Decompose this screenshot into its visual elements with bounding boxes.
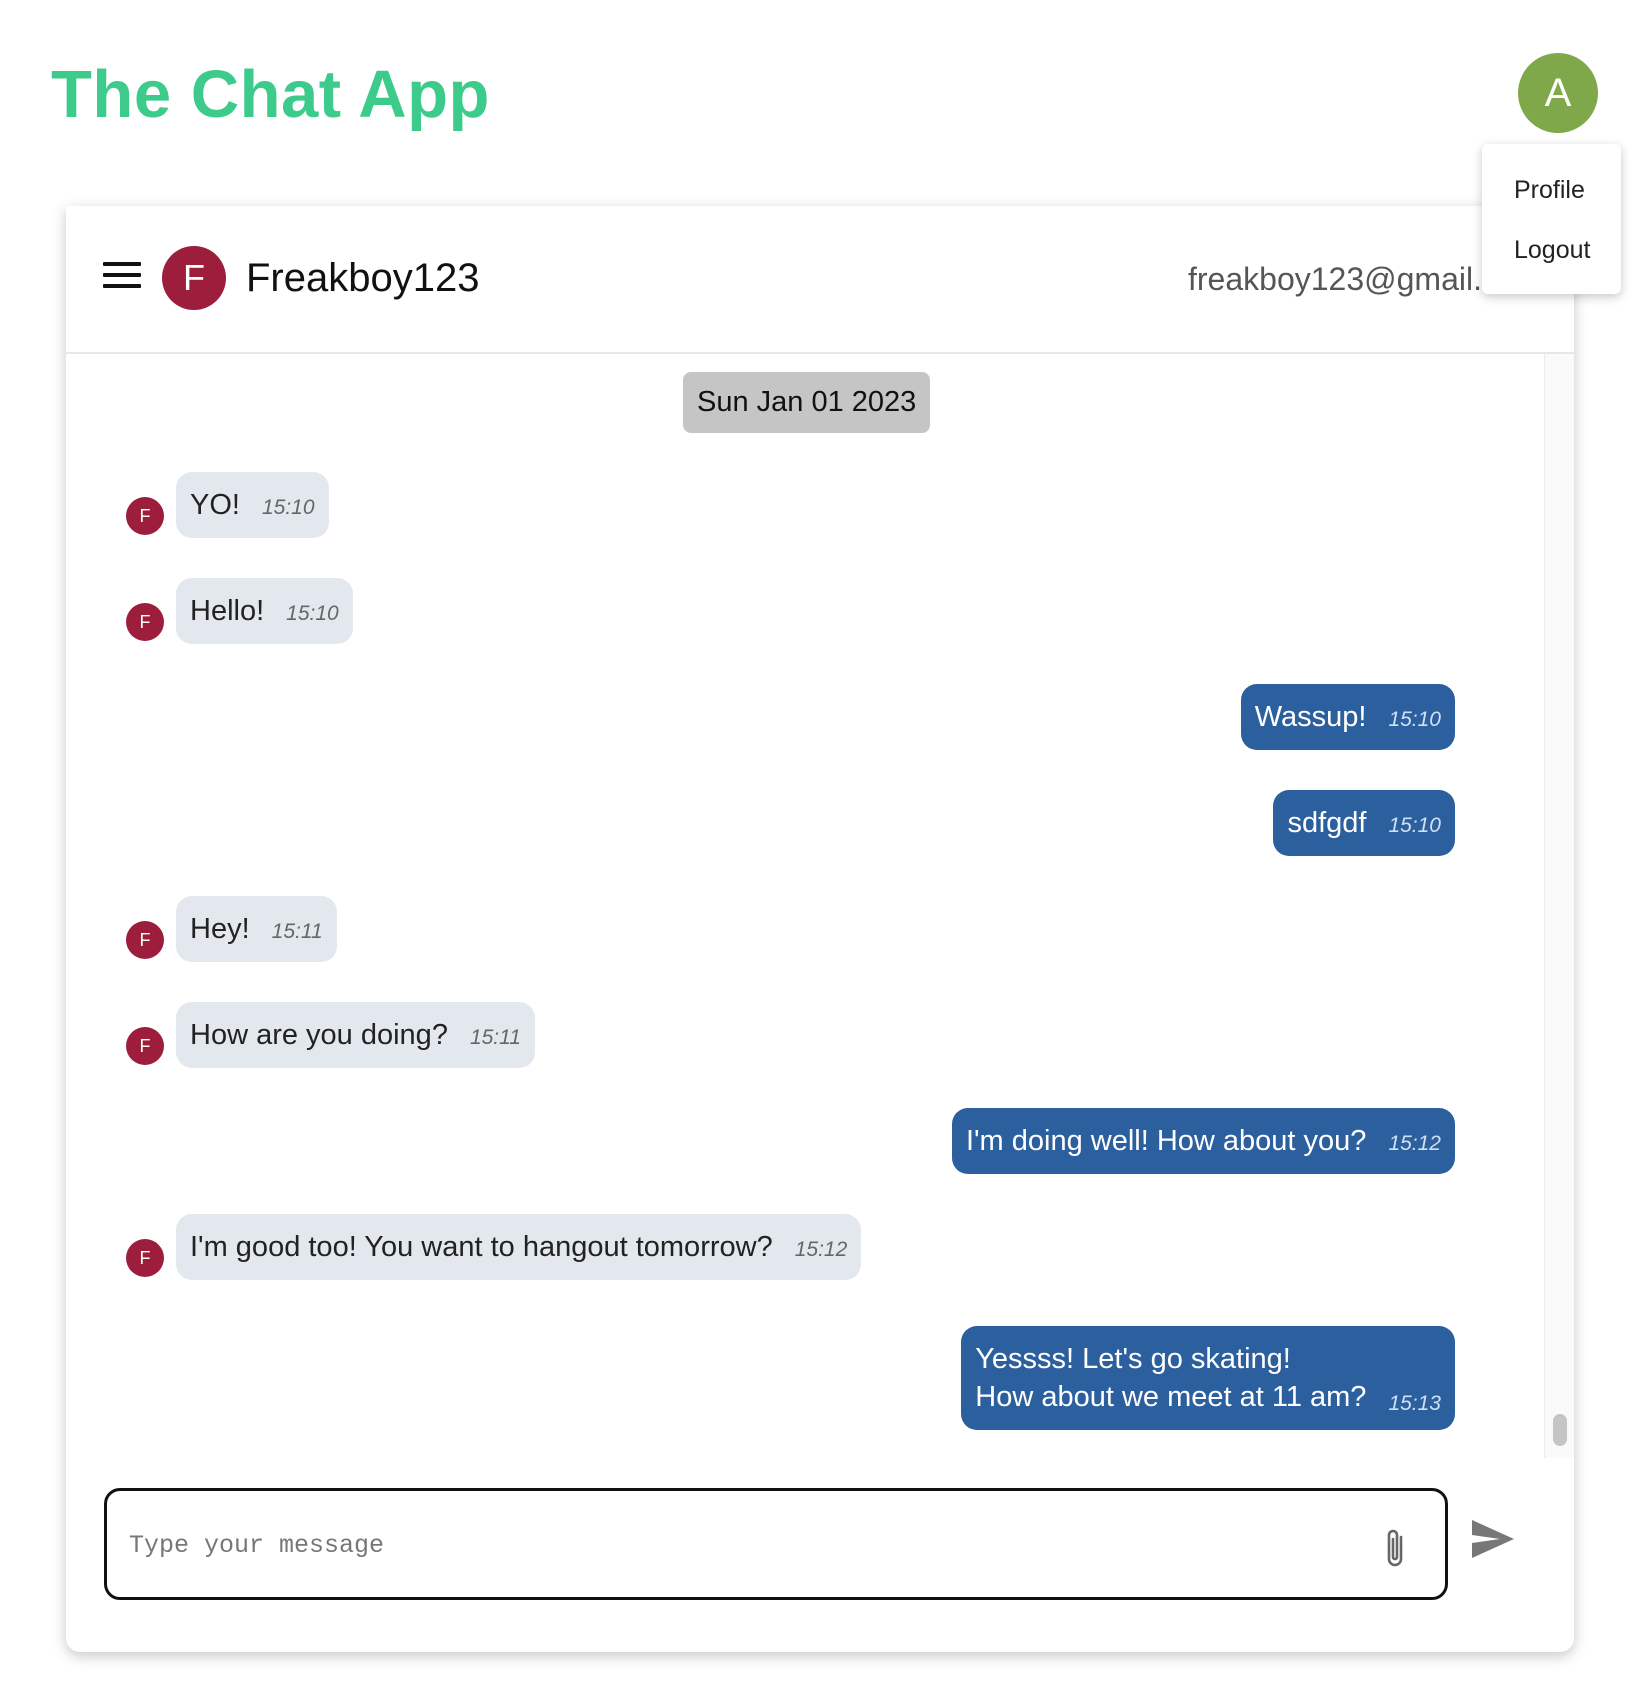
message-text: Yessss! Let's go skating! How about we m… xyxy=(975,1340,1366,1416)
message-time: 15:10 xyxy=(261,496,315,519)
message-time: 15:10 xyxy=(1388,708,1441,731)
message-time: 15:11 xyxy=(469,1026,521,1049)
account-avatar[interactable]: A xyxy=(1518,53,1598,133)
hamburger-menu-icon[interactable] xyxy=(103,262,141,290)
message-text: Hello! xyxy=(190,594,265,627)
scrollbar-thumb[interactable] xyxy=(1553,1414,1567,1446)
message-text: YO! xyxy=(190,488,240,521)
chat-window: F Freakboy123 freakboy123@gmail.c Sun Ja… xyxy=(66,206,1574,1652)
sender-avatar: F xyxy=(126,1239,164,1277)
message-line: How about we meet at 11 am? xyxy=(975,1381,1367,1413)
date-divider: Sun Jan 01 2023 xyxy=(683,372,931,433)
send-icon[interactable] xyxy=(1470,1518,1516,1560)
message-time: 15:12 xyxy=(794,1238,848,1261)
message-bubble: YO! 15:10 xyxy=(176,472,329,538)
message-row: sdfgdf 15:10 xyxy=(66,790,1544,856)
message-text: How are you doing? xyxy=(190,1018,448,1051)
message-text: Wassup! xyxy=(1254,700,1367,733)
message-input[interactable] xyxy=(127,1519,1311,1571)
message-bubble: Hello! 15:10 xyxy=(176,578,353,644)
message-row: F Hello! 15:10 xyxy=(66,578,1544,644)
contact-avatar: F xyxy=(162,246,226,310)
message-time: 15:10 xyxy=(286,602,339,625)
message-bubble: How are you doing? 15:11 xyxy=(176,1002,535,1068)
message-text: I'm good too! You want to hangout tomorr… xyxy=(190,1230,773,1263)
sender-avatar: F xyxy=(126,921,164,959)
message-row: Wassup! 15:10 xyxy=(66,684,1544,750)
contact-email: freakboy123@gmail.c xyxy=(1188,261,1498,297)
message-row: F How are you doing? 15:11 xyxy=(66,1002,1544,1068)
message-row: F YO! 15:10 xyxy=(66,472,1544,538)
message-row: F I'm good too! You want to hangout tomo… xyxy=(66,1214,1544,1280)
sender-avatar: F xyxy=(126,1027,164,1065)
message-time: 15:13 xyxy=(1388,1392,1441,1415)
message-row: Yessss! Let's go skating! How about we m… xyxy=(66,1326,1544,1430)
message-bubble: Wassup! 15:10 xyxy=(1240,684,1455,750)
message-composer xyxy=(104,1488,1448,1600)
message-time: 15:12 xyxy=(1388,1132,1441,1155)
message-text: I'm doing well! How about you? xyxy=(965,1124,1367,1157)
message-bubble: I'm good too! You want to hangout tomorr… xyxy=(176,1214,862,1280)
message-line: Yessss! Let's go skating! xyxy=(975,1343,1291,1375)
message-scrollbar[interactable] xyxy=(1544,354,1574,1458)
message-row: I'm doing well! How about you? 15:12 xyxy=(66,1108,1544,1174)
message-bubble: I'm doing well! How about you? 15:12 xyxy=(951,1108,1455,1174)
message-bubble: sdfgdf 15:10 xyxy=(1273,790,1455,856)
account-menu: Profile Logout xyxy=(1482,144,1621,294)
menu-item-profile[interactable]: Profile xyxy=(1514,176,1585,205)
app-title: The Chat App xyxy=(51,57,490,132)
menu-item-logout[interactable]: Logout xyxy=(1514,236,1590,265)
paperclip-icon[interactable] xyxy=(1381,1525,1411,1571)
message-text: sdfgdf xyxy=(1287,806,1367,839)
message-bubble: Yessss! Let's go skating! How about we m… xyxy=(961,1326,1455,1430)
chat-header: F Freakboy123 freakboy123@gmail.c xyxy=(66,206,1574,354)
message-row: F Hey! 15:11 xyxy=(66,896,1544,962)
message-list[interactable]: Sun Jan 01 2023 F YO! 15:10 F Hello! 15:… xyxy=(66,354,1544,1458)
message-time: 15:10 xyxy=(1388,814,1441,837)
message-time: 15:11 xyxy=(271,920,323,943)
sender-avatar: F xyxy=(126,603,164,641)
contact-name: Freakboy123 xyxy=(246,256,480,300)
message-bubble: Hey! 15:11 xyxy=(176,896,337,962)
message-text: Hey! xyxy=(190,912,250,945)
sender-avatar: F xyxy=(126,497,164,535)
